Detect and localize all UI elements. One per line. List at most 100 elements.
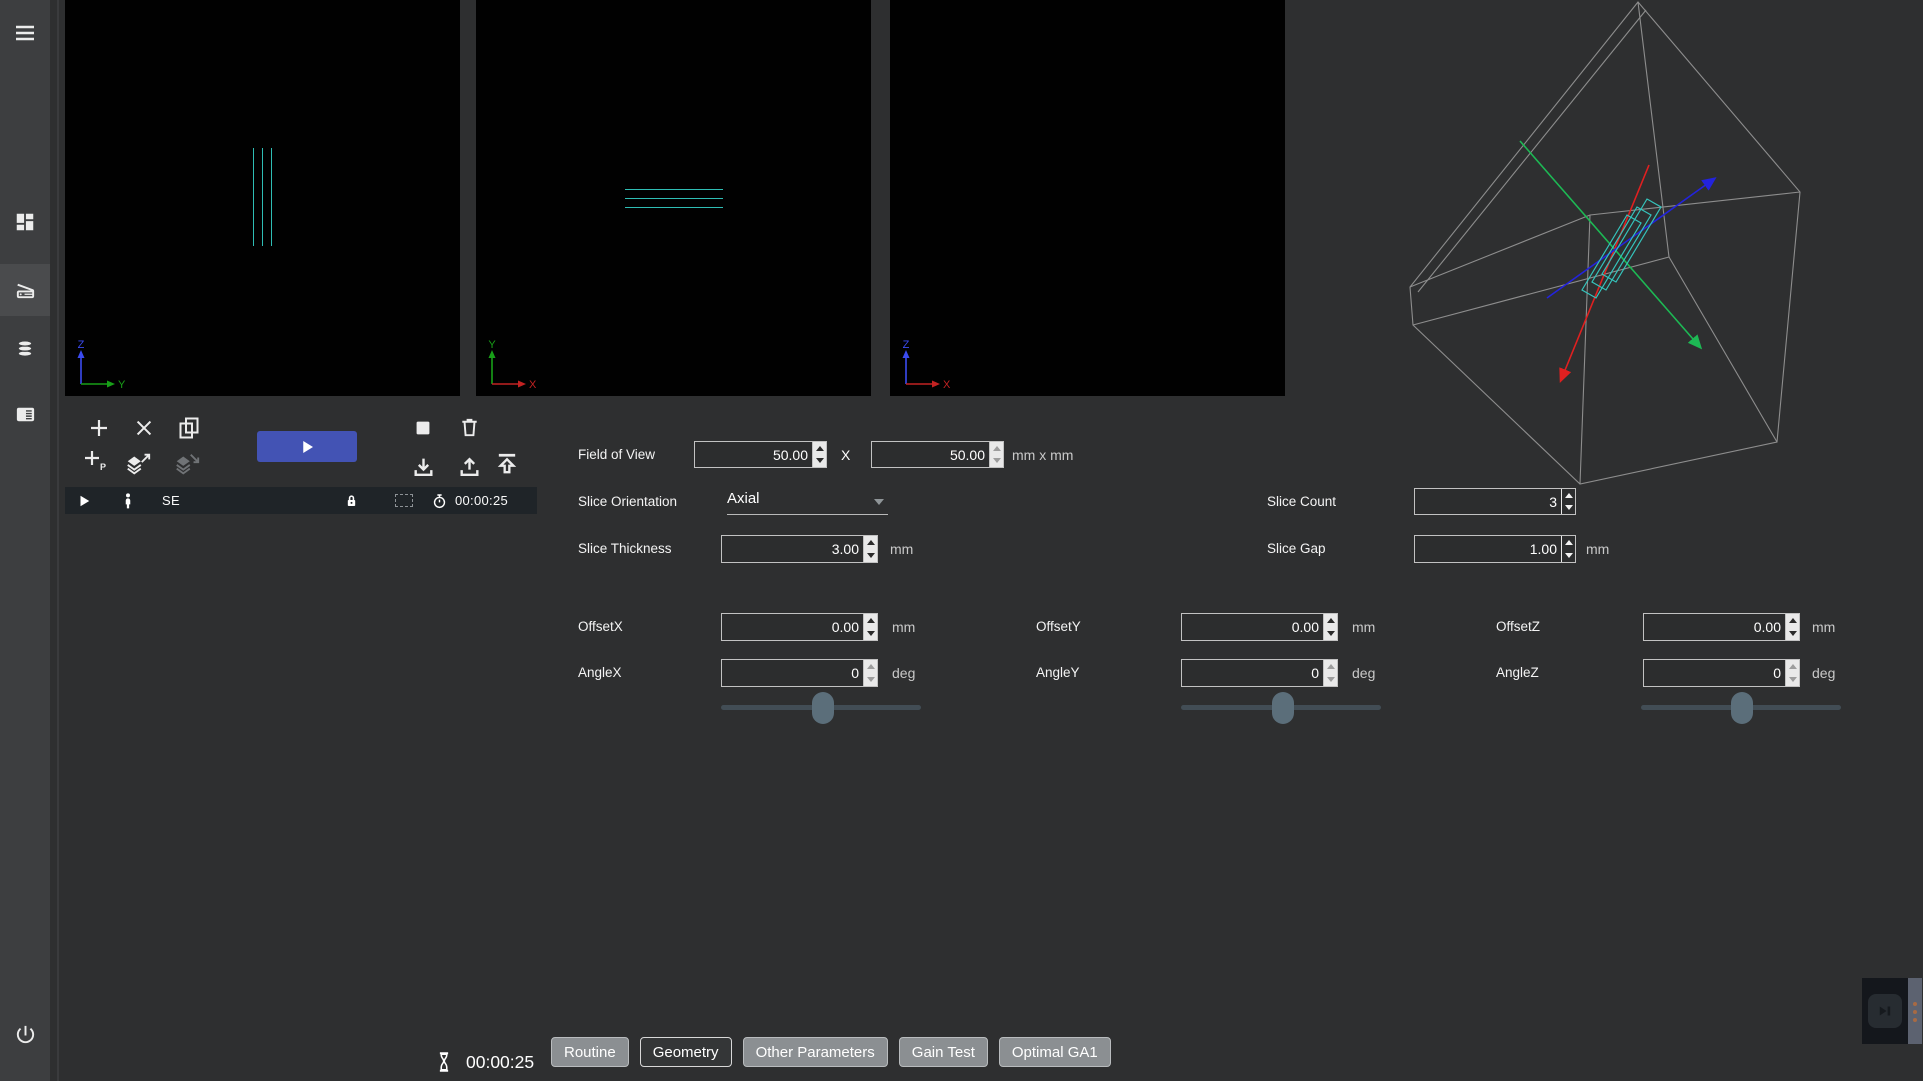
fov-unit: mm x mm: [1012, 447, 1073, 463]
protocol-card-icon: [14, 403, 37, 426]
spinner-up-icon[interactable]: [1786, 660, 1799, 673]
slice-orientation-select[interactable]: Axial: [727, 490, 888, 508]
svg-text:X: X: [529, 379, 537, 391]
angle-y-spinner: [1323, 660, 1337, 686]
angle-y-field: [1181, 659, 1338, 687]
spinner-up-icon[interactable]: [1786, 614, 1799, 627]
spinner-up-icon[interactable]: [990, 442, 1003, 455]
sequence-code: SE: [162, 487, 180, 514]
angle-x-input[interactable]: [722, 660, 863, 686]
spinner-down-icon[interactable]: [1562, 502, 1575, 515]
offset-x-spinner: [863, 614, 877, 640]
power-button[interactable]: [0, 1008, 50, 1060]
run-sequence-button[interactable]: [257, 431, 357, 462]
spinner-up-icon[interactable]: [1562, 536, 1575, 549]
tab-other-parameters[interactable]: Other Parameters: [743, 1037, 888, 1067]
slice-count-input[interactable]: [1415, 489, 1561, 514]
spinner-up-icon[interactable]: [1562, 489, 1575, 502]
tab-routine[interactable]: Routine: [551, 1037, 629, 1067]
parameter-tabs: Routine Geometry Other Parameters Gain T…: [551, 1037, 1111, 1067]
slice-thickness-input[interactable]: [722, 536, 863, 562]
spinner-down-icon[interactable]: [1562, 549, 1575, 562]
upload-button[interactable]: [455, 453, 483, 481]
angle-y-slider-thumb[interactable]: [1272, 692, 1294, 724]
sequence-play-button[interactable]: [77, 487, 91, 514]
svg-text:Y: Y: [118, 379, 126, 391]
spinner-down-icon[interactable]: [864, 673, 877, 686]
publish-icon: [493, 450, 521, 478]
sidebar-item-scanner[interactable]: [0, 264, 50, 316]
spinner-up-icon[interactable]: [864, 614, 877, 627]
svg-text:Z: Z: [903, 340, 910, 351]
slice-thickness-field: [721, 535, 878, 563]
offset-x-label: OffsetX: [578, 619, 623, 634]
layers-import-icon: [173, 451, 201, 477]
export-layers-button[interactable]: [124, 450, 152, 478]
play-icon: [298, 438, 316, 456]
angle-z-label: AngleZ: [1496, 665, 1539, 680]
offset-z-input[interactable]: [1644, 614, 1785, 640]
spinner-down-icon[interactable]: [1786, 627, 1799, 640]
viewport-yx[interactable]: Y X: [476, 0, 871, 396]
spinner-up-icon[interactable]: [1324, 614, 1337, 627]
spinner-down-icon[interactable]: [1786, 673, 1799, 686]
spinner-down-icon[interactable]: [990, 455, 1003, 468]
app-root: Z Y Y X Z X: [0, 0, 1923, 1081]
selection-box-icon[interactable]: [395, 487, 413, 514]
download-button[interactable]: [409, 453, 437, 481]
spinner-up-icon[interactable]: [864, 660, 877, 673]
person-icon: [120, 487, 136, 514]
spinner-up-icon[interactable]: [813, 442, 826, 455]
spinner-up-icon[interactable]: [1324, 660, 1337, 673]
delete-button[interactable]: [455, 413, 483, 441]
slice-stack-3d: [1582, 199, 1661, 298]
stop-icon: [412, 417, 434, 439]
menu-button[interactable]: [0, 7, 50, 59]
axis-gizmo: Z Y: [71, 340, 133, 392]
add-button[interactable]: [85, 414, 113, 442]
copy-button[interactable]: [175, 414, 203, 442]
database-icon: [14, 338, 36, 360]
angle-z-unit: deg: [1812, 665, 1835, 681]
sidebar-item-database[interactable]: [0, 323, 50, 375]
spinner-up-icon[interactable]: [864, 536, 877, 549]
publish-button[interactable]: [493, 450, 521, 478]
slice-gap-input[interactable]: [1415, 536, 1561, 562]
fov-x-spinner: [812, 442, 826, 467]
angle-x-slider-thumb[interactable]: [812, 692, 834, 724]
overlay-widget-icon[interactable]: [1868, 994, 1902, 1028]
offset-y-spinner: [1323, 614, 1337, 640]
add-protocol-button[interactable]: P: [80, 446, 108, 474]
dashboard-icon: [14, 211, 36, 233]
viewport-zy[interactable]: Z Y: [65, 0, 460, 396]
tab-geometry[interactable]: Geometry: [640, 1037, 732, 1067]
offset-y-input[interactable]: [1182, 614, 1323, 640]
sequence-row[interactable]: SE 00:00:25: [65, 487, 537, 514]
angle-y-input[interactable]: [1182, 660, 1323, 686]
spinner-down-icon[interactable]: [864, 627, 877, 640]
stop-button[interactable]: [409, 414, 437, 442]
tab-gain-test[interactable]: Gain Test: [899, 1037, 988, 1067]
spinner-down-icon[interactable]: [813, 455, 826, 468]
import-layers-button[interactable]: [173, 450, 201, 478]
fov-x-input[interactable]: [695, 442, 812, 467]
sidebar-item-dashboard[interactable]: [0, 196, 50, 248]
upload-icon: [457, 455, 482, 480]
spinner-down-icon[interactable]: [1324, 673, 1337, 686]
remove-button[interactable]: [130, 414, 158, 442]
offset-x-input[interactable]: [722, 614, 863, 640]
lock-icon[interactable]: [343, 487, 360, 514]
tab-optimal-ga1[interactable]: Optimal GA1: [999, 1037, 1111, 1067]
3d-view[interactable]: [1285, 0, 1923, 500]
angle-z-input[interactable]: [1644, 660, 1785, 686]
sidebar-item-protocols[interactable]: [0, 388, 50, 440]
spinner-down-icon[interactable]: [1324, 627, 1337, 640]
angle-z-slider-thumb[interactable]: [1731, 692, 1753, 724]
slice-gap-field: [1414, 535, 1576, 563]
fov-y-input[interactable]: [872, 442, 989, 467]
angle-y-unit: deg: [1352, 665, 1375, 681]
spinner-down-icon[interactable]: [864, 549, 877, 562]
viewport-zx[interactable]: Z X: [890, 0, 1285, 396]
slice-gap-unit: mm: [1586, 541, 1609, 557]
sidebar: [0, 0, 50, 1081]
